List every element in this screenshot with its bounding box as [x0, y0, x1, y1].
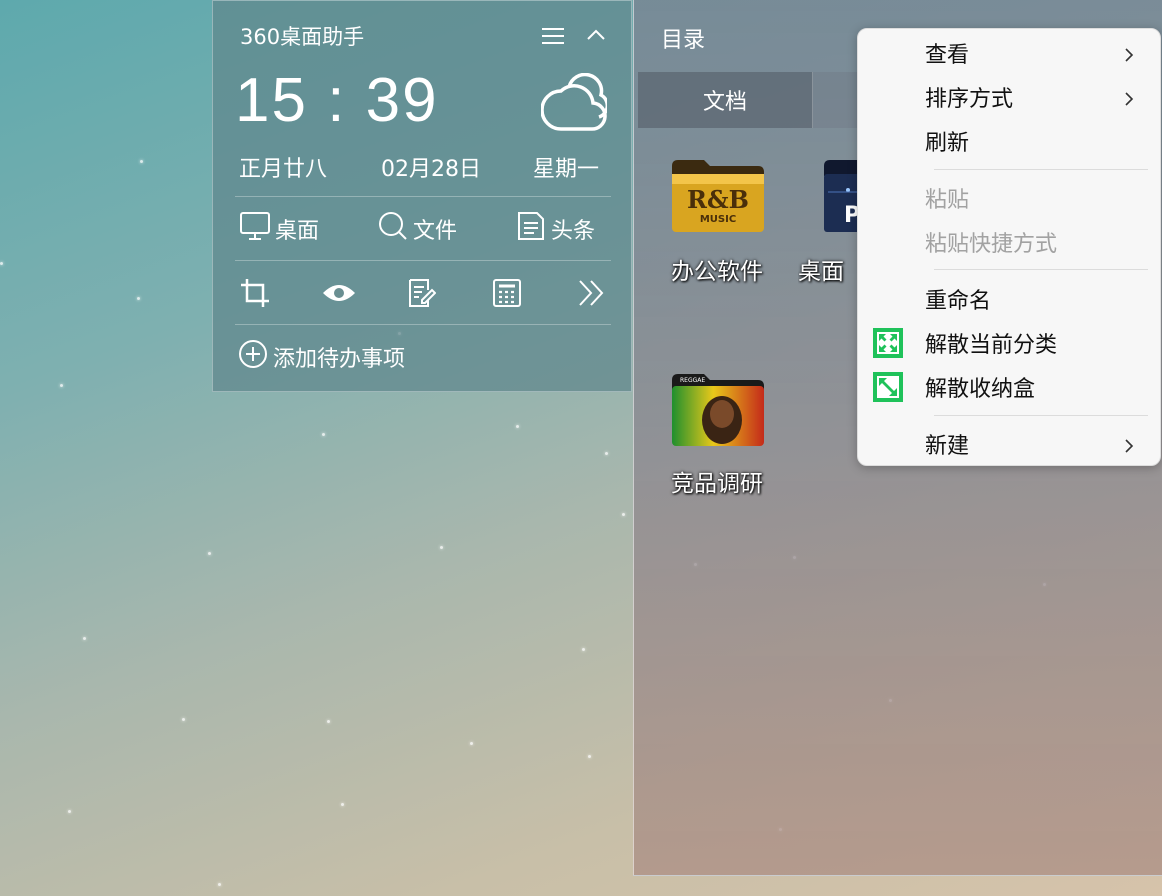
background-sparkle [341, 803, 344, 806]
background-sparkle [588, 755, 591, 758]
dissolve-box-icon [872, 371, 904, 403]
menu-separator [934, 415, 1148, 416]
add-todo-label: 添加待办事项 [273, 347, 406, 372]
chevron-right-icon [1124, 438, 1134, 453]
weekday: 星期一 [533, 157, 600, 182]
svg-text:R&B: R&B [687, 185, 749, 214]
menu-item-label: 排序方式 [925, 87, 1014, 112]
menu-item-refresh[interactable]: 刷新 [858, 121, 1162, 161]
background-sparkle [137, 297, 140, 300]
monitor-icon [239, 211, 275, 247]
chevron-right-icon [1124, 47, 1134, 62]
eye-icon[interactable] [321, 275, 357, 311]
menu-item-paste-shortcut[interactable]: 粘贴快捷方式 [858, 222, 1162, 262]
chevron-up-icon[interactable] [585, 25, 607, 45]
chevron-right-icon [1124, 91, 1134, 106]
background-sparkle [440, 546, 443, 549]
news-icon [515, 211, 551, 247]
divider [235, 196, 611, 197]
menu-icon[interactable] [541, 27, 565, 45]
rnb-music-folder-icon[interactable]: R&B MUSIC [670, 156, 766, 236]
note-edit-icon[interactable] [403, 275, 439, 311]
divider [235, 260, 611, 261]
background-sparkle [516, 425, 519, 428]
background-sparkle [327, 720, 330, 723]
tab-documents[interactable]: 文档 [638, 72, 813, 128]
menu-separator [934, 269, 1148, 270]
background-sparkle [83, 637, 86, 640]
reggae-folder-icon[interactable]: REGGAE [670, 370, 766, 450]
dissolve-category-icon [872, 327, 904, 359]
menu-item-paste[interactable]: 粘贴 [858, 178, 1162, 218]
dark-folder-icon[interactable]: P [822, 156, 862, 236]
divider [235, 324, 611, 325]
background-sparkle [208, 552, 211, 555]
background-sparkle [0, 262, 3, 265]
menu-item-label: 粘贴 [925, 188, 970, 213]
menu-item-label: 解散收纳盒 [925, 377, 1036, 402]
menu-item-dissolve-box[interactable]: 解散收纳盒 [858, 367, 1162, 407]
svg-text:REGGAE: REGGAE [680, 377, 705, 384]
menu-item-dissolve-category[interactable]: 解散当前分类 [858, 323, 1162, 363]
background-sparkle [140, 160, 143, 163]
menu-item-view[interactable]: 查看 [858, 33, 1162, 73]
widget-title: 360桌面助手 [240, 25, 365, 49]
lunar-date: 正月廿八 [239, 157, 328, 182]
box-title[interactable]: 目录 [661, 22, 705, 54]
menu-item-rename[interactable]: 重命名 [858, 279, 1162, 319]
plus-circle-icon [237, 338, 273, 376]
desktop-assistant-widget: 360桌面助手 15 : 39 正月廿八 02月28日 星期一 桌面 文件 头条 [212, 0, 632, 392]
add-todo-button[interactable]: 添加待办事项 [237, 339, 405, 375]
background-sparkle [470, 742, 473, 745]
crop-icon[interactable] [237, 275, 273, 311]
menu-separator [934, 169, 1148, 170]
file-search-link[interactable]: 文件 [377, 211, 457, 247]
background-sparkle [68, 810, 71, 813]
svg-text:MUSIC: MUSIC [700, 214, 736, 225]
file-label[interactable]: 桌面 [798, 252, 864, 286]
menu-item-sort[interactable]: 排序方式 [858, 77, 1162, 117]
double-chevron-right-icon[interactable] [573, 275, 609, 311]
desktop-link[interactable]: 桌面 [239, 211, 319, 247]
news-link[interactable]: 头条 [515, 211, 595, 247]
background-sparkle [322, 433, 325, 436]
menu-item-label: 新建 [925, 434, 970, 459]
file-search-link-label: 文件 [413, 219, 458, 244]
news-link-label: 头条 [551, 219, 596, 244]
search-icon [377, 211, 413, 247]
background-sparkle [60, 384, 63, 387]
menu-item-label: 刷新 [925, 131, 970, 156]
menu-item-label: 查看 [925, 43, 970, 68]
desktop-link-label: 桌面 [275, 219, 320, 244]
background-sparkle [605, 452, 608, 455]
file-label[interactable]: 竞品调研 [671, 464, 763, 498]
menu-item-new[interactable]: 新建 [858, 424, 1162, 464]
solar-date: 02月28日 [381, 157, 481, 182]
cloud-icon[interactable] [540, 72, 610, 135]
background-sparkle [582, 648, 585, 651]
calculator-icon[interactable] [489, 275, 525, 311]
menu-item-label: 解散当前分类 [925, 333, 1058, 358]
menu-item-label: 重命名 [925, 289, 992, 314]
background-sparkle [182, 718, 185, 721]
file-label[interactable]: 办公软件 [671, 252, 763, 286]
menu-item-label: 粘贴快捷方式 [925, 232, 1058, 257]
clock-time: 15 : 39 [235, 66, 439, 135]
background-sparkle [622, 513, 625, 516]
context-menu: 查看 排序方式 刷新 粘贴 粘贴快捷方式 重命名 解散当前分类 解散收纳盒 新建 [857, 28, 1161, 466]
background-sparkle [218, 883, 221, 886]
